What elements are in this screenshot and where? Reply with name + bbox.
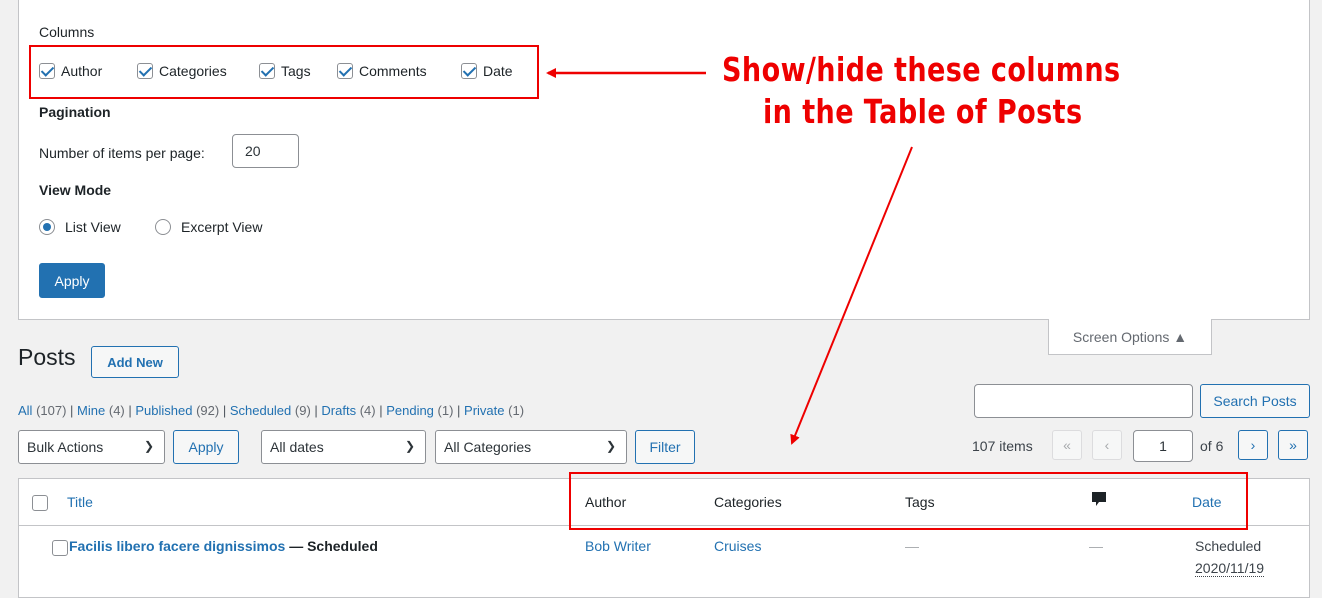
status-scheduled[interactable]: Scheduled (9) bbox=[230, 403, 311, 418]
post-comments: — bbox=[1089, 538, 1103, 554]
arrow-to-table-header bbox=[790, 146, 913, 445]
next-page-button[interactable]: › bbox=[1238, 430, 1268, 460]
status-mine[interactable]: Mine (4) bbox=[77, 403, 125, 418]
search-posts-button[interactable]: Search Posts bbox=[1200, 384, 1310, 418]
status-private[interactable]: Private (1) bbox=[464, 403, 524, 418]
categories-select[interactable]: All Categories ❯ bbox=[435, 430, 627, 464]
status-filter-links: All (107) | Mine (4) | Published (92) | … bbox=[18, 403, 525, 418]
select-all-checkbox[interactable] bbox=[32, 494, 48, 511]
items-count: 107 items bbox=[972, 438, 1033, 454]
last-page-button[interactable]: » bbox=[1278, 430, 1308, 460]
post-title-link[interactable]: Facilis libero facere dignissimos bbox=[69, 538, 285, 554]
bulk-actions-select[interactable]: Bulk Actions ❯ bbox=[18, 430, 165, 464]
table-row: Facilis libero facere dignissimos — Sche… bbox=[69, 538, 378, 554]
post-category-link[interactable]: Cruises bbox=[714, 538, 761, 554]
categories-value: All Categories bbox=[444, 439, 532, 455]
chevron-down-icon: ❯ bbox=[143, 439, 154, 453]
add-new-button[interactable]: Add New bbox=[91, 346, 179, 378]
search-input[interactable] bbox=[974, 384, 1193, 418]
post-date-status: Scheduled bbox=[1195, 538, 1262, 554]
chevron-down-icon: ❯ bbox=[404, 439, 415, 453]
dates-select[interactable]: All dates ❯ bbox=[261, 430, 426, 464]
status-pending[interactable]: Pending (1) bbox=[386, 403, 453, 418]
page-title: Posts bbox=[18, 344, 76, 370]
dates-value: All dates bbox=[270, 439, 324, 455]
first-page-button[interactable]: « bbox=[1052, 430, 1082, 460]
prev-page-button[interactable]: ‹ bbox=[1092, 430, 1122, 460]
status-all[interactable]: All (107) bbox=[18, 403, 66, 418]
filter-button[interactable]: Filter bbox=[635, 430, 695, 464]
column-header-title[interactable]: Title bbox=[67, 494, 93, 510]
row-checkbox[interactable] bbox=[52, 539, 69, 556]
status-published[interactable]: Published (92) bbox=[135, 403, 219, 418]
total-pages: of 6 bbox=[1200, 438, 1224, 454]
current-page-input[interactable]: 1 bbox=[1133, 430, 1193, 462]
post-author-link[interactable]: Bob Writer bbox=[585, 538, 651, 554]
post-date-value: 2020/11/19 bbox=[1195, 560, 1265, 577]
post-tags: — bbox=[905, 538, 919, 554]
post-state: — Scheduled bbox=[285, 538, 378, 554]
table-header-highlight-box bbox=[569, 472, 1248, 530]
bulk-apply-button[interactable]: Apply bbox=[173, 430, 239, 464]
bulk-actions-value: Bulk Actions bbox=[27, 439, 104, 455]
chevron-down-icon: ❯ bbox=[605, 439, 616, 453]
status-drafts[interactable]: Drafts (4) bbox=[321, 403, 375, 418]
